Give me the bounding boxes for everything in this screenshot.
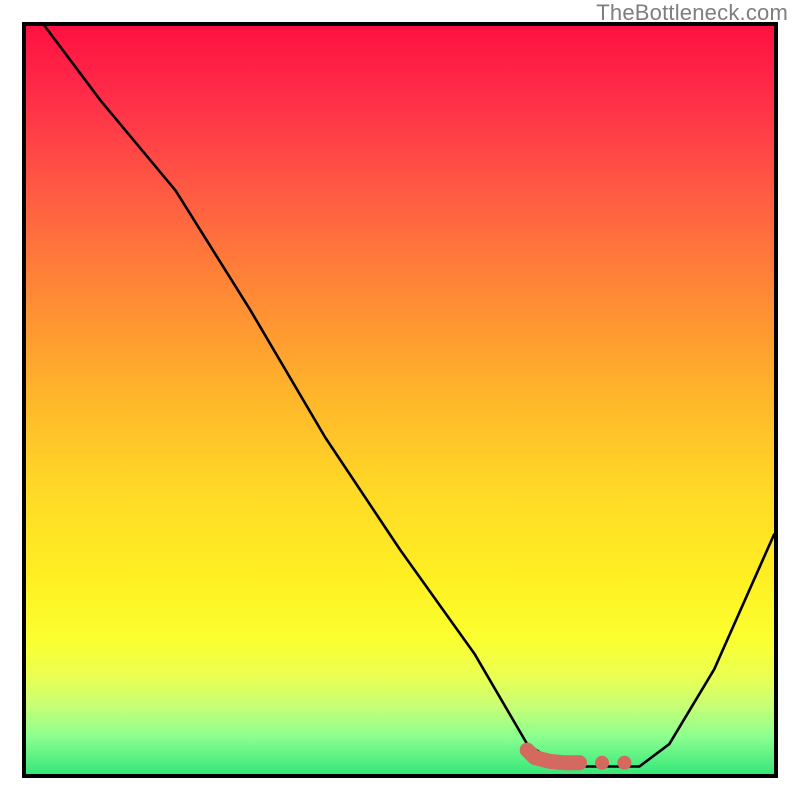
plot-area (22, 22, 778, 778)
bottleneck-curve-path (45, 26, 774, 767)
chart-container: TheBottleneck.com (0, 0, 800, 800)
curve-layer (26, 26, 774, 774)
optimal-zone-dot (595, 756, 609, 770)
optimal-zone-segment (527, 750, 579, 763)
optimal-zone-dot (617, 756, 631, 770)
